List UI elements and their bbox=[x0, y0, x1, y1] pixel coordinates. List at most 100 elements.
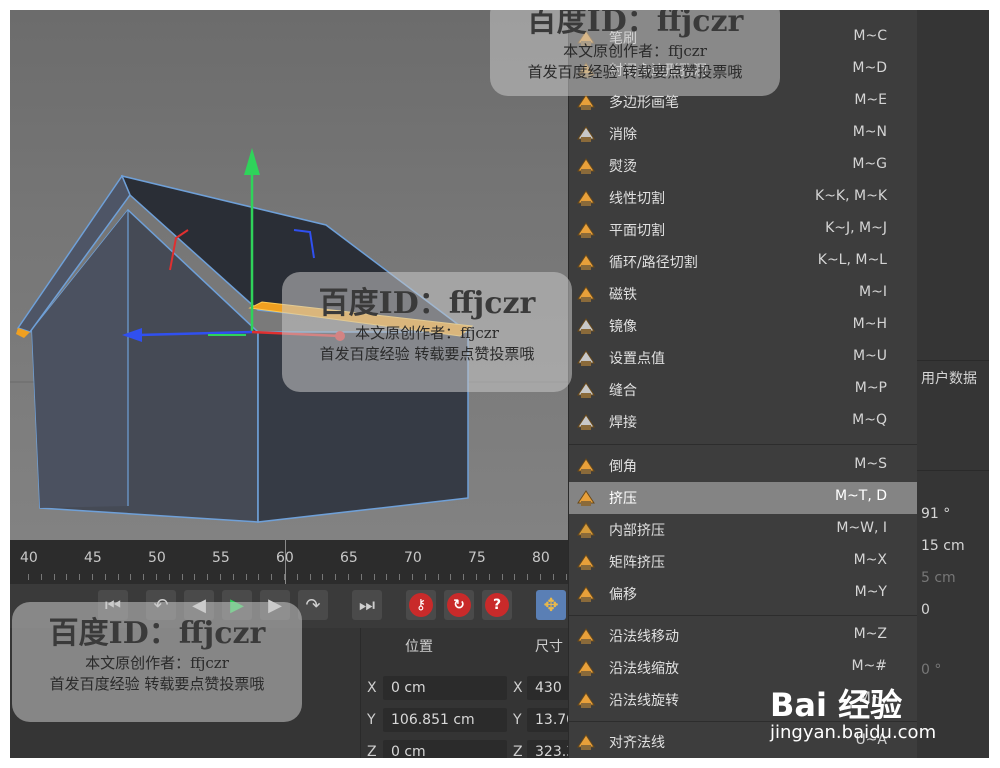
watermark-top: 百度ID：ffjczr 本文原创作者：ffjczr 首发百度经验 转载要点赞投票… bbox=[490, 10, 780, 96]
menu-item-label: 循环/路径切割 bbox=[609, 255, 698, 271]
menu-item-shortcut: M~T, D bbox=[834, 488, 887, 504]
matrix-extrude-icon bbox=[575, 551, 597, 573]
timeline-tick bbox=[412, 574, 413, 580]
timeline-ruler[interactable]: 40 45 50 55 60 65 70 75 80 bbox=[10, 540, 570, 584]
coordinates-manager: 位置 尺寸 X 0 cm X 430 c Y 106.851 cm Y 13.7… bbox=[360, 628, 575, 758]
timeline-tick bbox=[437, 574, 439, 580]
attr-value-4[interactable]: 0 bbox=[921, 602, 930, 618]
attr-value-1[interactable]: 91 ° bbox=[921, 506, 950, 522]
magnet-icon bbox=[575, 283, 597, 305]
menu-item-knife-line[interactable]: 线性切割 K~K, M~K bbox=[569, 182, 917, 214]
attr-value-2[interactable]: 15 cm bbox=[921, 538, 965, 554]
attr-value-5: 0 ° bbox=[921, 662, 942, 678]
menu-item-plane-cut[interactable]: 平面切割 K~J, M~J bbox=[569, 214, 917, 246]
timeline-tick bbox=[501, 574, 503, 580]
timeline-tick bbox=[463, 574, 465, 580]
menu-item-extrude-inner[interactable]: 内部挤压 M~W, I bbox=[569, 514, 917, 546]
menu-item-matrix-extrude[interactable]: 矩阵挤压 M~X bbox=[569, 546, 917, 578]
timeline-tick-label: 50 bbox=[148, 550, 166, 566]
menu-item-iron[interactable]: 熨烫 M~G bbox=[569, 150, 917, 182]
move-tool-button[interactable]: ✥ bbox=[536, 590, 566, 620]
plane-cut-icon bbox=[575, 219, 597, 241]
attr-value-3: 5 cm bbox=[921, 570, 956, 586]
user-data-tab[interactable]: 用户数据 bbox=[921, 368, 977, 388]
normal-scale-icon bbox=[575, 657, 597, 679]
timeline-tick bbox=[514, 574, 516, 580]
menu-item-shortcut: M~C bbox=[853, 28, 887, 44]
timeline-tick bbox=[335, 574, 337, 580]
menu-item-dissolve[interactable]: 消除 M~N bbox=[569, 118, 917, 150]
timeline-tick bbox=[552, 574, 554, 580]
menu-item-normal-move[interactable]: 沿法线移动 M~Z bbox=[569, 620, 917, 652]
timeline-tick bbox=[450, 574, 452, 580]
timeline-tick bbox=[143, 574, 145, 580]
record-key-button[interactable]: ⚷ bbox=[406, 590, 436, 620]
menu-item-label: 焊接 bbox=[609, 415, 637, 431]
baidu-logo: Bai 经验 jingyan.baidu.com bbox=[770, 680, 980, 750]
timeline-tick bbox=[104, 574, 106, 580]
timeline-tick bbox=[117, 574, 119, 580]
normal-rotate-icon bbox=[575, 689, 597, 711]
size-x-field[interactable]: 430 c bbox=[527, 676, 571, 720]
watermark-note: 首发百度经验 转载要点赞投票哦 bbox=[527, 63, 743, 81]
timeline-tick bbox=[424, 574, 426, 580]
pos-y-label: Y bbox=[367, 712, 376, 728]
baidu-brand: Bai 经验 bbox=[770, 686, 903, 724]
menu-item-mirror[interactable]: 镜像 M~H bbox=[569, 310, 917, 342]
menu-item-label: 沿法线旋转 bbox=[609, 693, 679, 709]
next-key-button[interactable]: ↷ bbox=[298, 590, 328, 620]
key-help-button[interactable]: ? bbox=[482, 590, 512, 620]
timeline-tick bbox=[194, 574, 196, 580]
timeline-tick bbox=[92, 574, 93, 580]
timeline-tick-label: 70 bbox=[404, 550, 422, 566]
auto-key-button[interactable]: ↻ bbox=[444, 590, 474, 620]
menu-item-label: 熨烫 bbox=[609, 159, 637, 175]
menu-item-shortcut: M~E bbox=[854, 92, 887, 108]
timeline-tick bbox=[156, 574, 157, 580]
pos-y-field[interactable]: 106.851 cm bbox=[383, 708, 507, 732]
menu-item-extrude[interactable]: 挤压 M~T, D bbox=[569, 482, 917, 514]
watermark-note: 首发百度经验 转载要点赞投票哦 bbox=[49, 675, 265, 693]
watermark-title: 百度ID：ffjczr bbox=[318, 286, 536, 321]
size-z-label: Z bbox=[513, 744, 523, 758]
timeline-tick bbox=[207, 574, 209, 580]
size-z-field[interactable]: 323.3 bbox=[527, 740, 575, 758]
app-window: 用户数据 91 ° 15 cm 5 cm 0 0 ° 40 45 50 55 6… bbox=[10, 10, 989, 758]
menu-item-shortcut: K~K, M~K bbox=[815, 188, 887, 204]
menu-item-label: 设置点值 bbox=[609, 351, 665, 367]
normal-move-icon bbox=[575, 625, 597, 647]
pos-z-field[interactable]: 0 cm bbox=[383, 740, 507, 758]
timeline-tick bbox=[284, 574, 285, 580]
pos-x-field[interactable]: 0 cm bbox=[383, 676, 507, 700]
timeline-tick bbox=[66, 574, 68, 580]
menu-item-bevel[interactable]: 倒角 M~S bbox=[569, 450, 917, 482]
timeline-tick-label: 40 bbox=[20, 550, 38, 566]
loop-cut-icon bbox=[575, 251, 597, 273]
question-icon: ? bbox=[485, 593, 509, 617]
timeline-tick bbox=[245, 574, 247, 580]
align-normal-icon bbox=[575, 731, 597, 753]
size-y-field[interactable]: 13.70 bbox=[527, 708, 575, 732]
watermark-title: 百度ID：ffjczr bbox=[526, 10, 744, 39]
playhead[interactable] bbox=[285, 540, 286, 584]
menu-item-weld[interactable]: 焊接 M~Q bbox=[569, 406, 917, 438]
extrude-icon bbox=[575, 487, 597, 509]
position-header: 位置 bbox=[405, 639, 433, 655]
menu-item-magnet[interactable]: 磁铁 M~I bbox=[569, 278, 917, 310]
timeline-tick bbox=[348, 574, 349, 580]
menu-item-label: 矩阵挤压 bbox=[609, 555, 665, 571]
menu-item-offset[interactable]: 偏移 M~Y bbox=[569, 578, 917, 610]
timeline-tick bbox=[296, 574, 298, 580]
menu-item-set-point[interactable]: 设置点值 M~U bbox=[569, 342, 917, 374]
menu-item-label: 倒角 bbox=[609, 459, 637, 475]
menu-item-shortcut: K~J, M~J bbox=[825, 220, 887, 236]
menu-item-loop-cut[interactable]: 循环/路径切割 K~L, M~L bbox=[569, 246, 917, 278]
menu-item-shortcut: M~D bbox=[852, 60, 887, 76]
menu-item-shortcut: K~L, M~L bbox=[817, 252, 887, 268]
go-end-button[interactable]: ⏭ bbox=[352, 590, 382, 620]
watermark-note: 首发百度经验 转载要点赞投票哦 bbox=[319, 345, 535, 363]
menu-item-label: 挤压 bbox=[609, 491, 637, 507]
timeline-tick bbox=[373, 574, 375, 580]
menu-item-stitch[interactable]: 缝合 M~P bbox=[569, 374, 917, 406]
menu-item-label: 线性切割 bbox=[609, 191, 665, 207]
